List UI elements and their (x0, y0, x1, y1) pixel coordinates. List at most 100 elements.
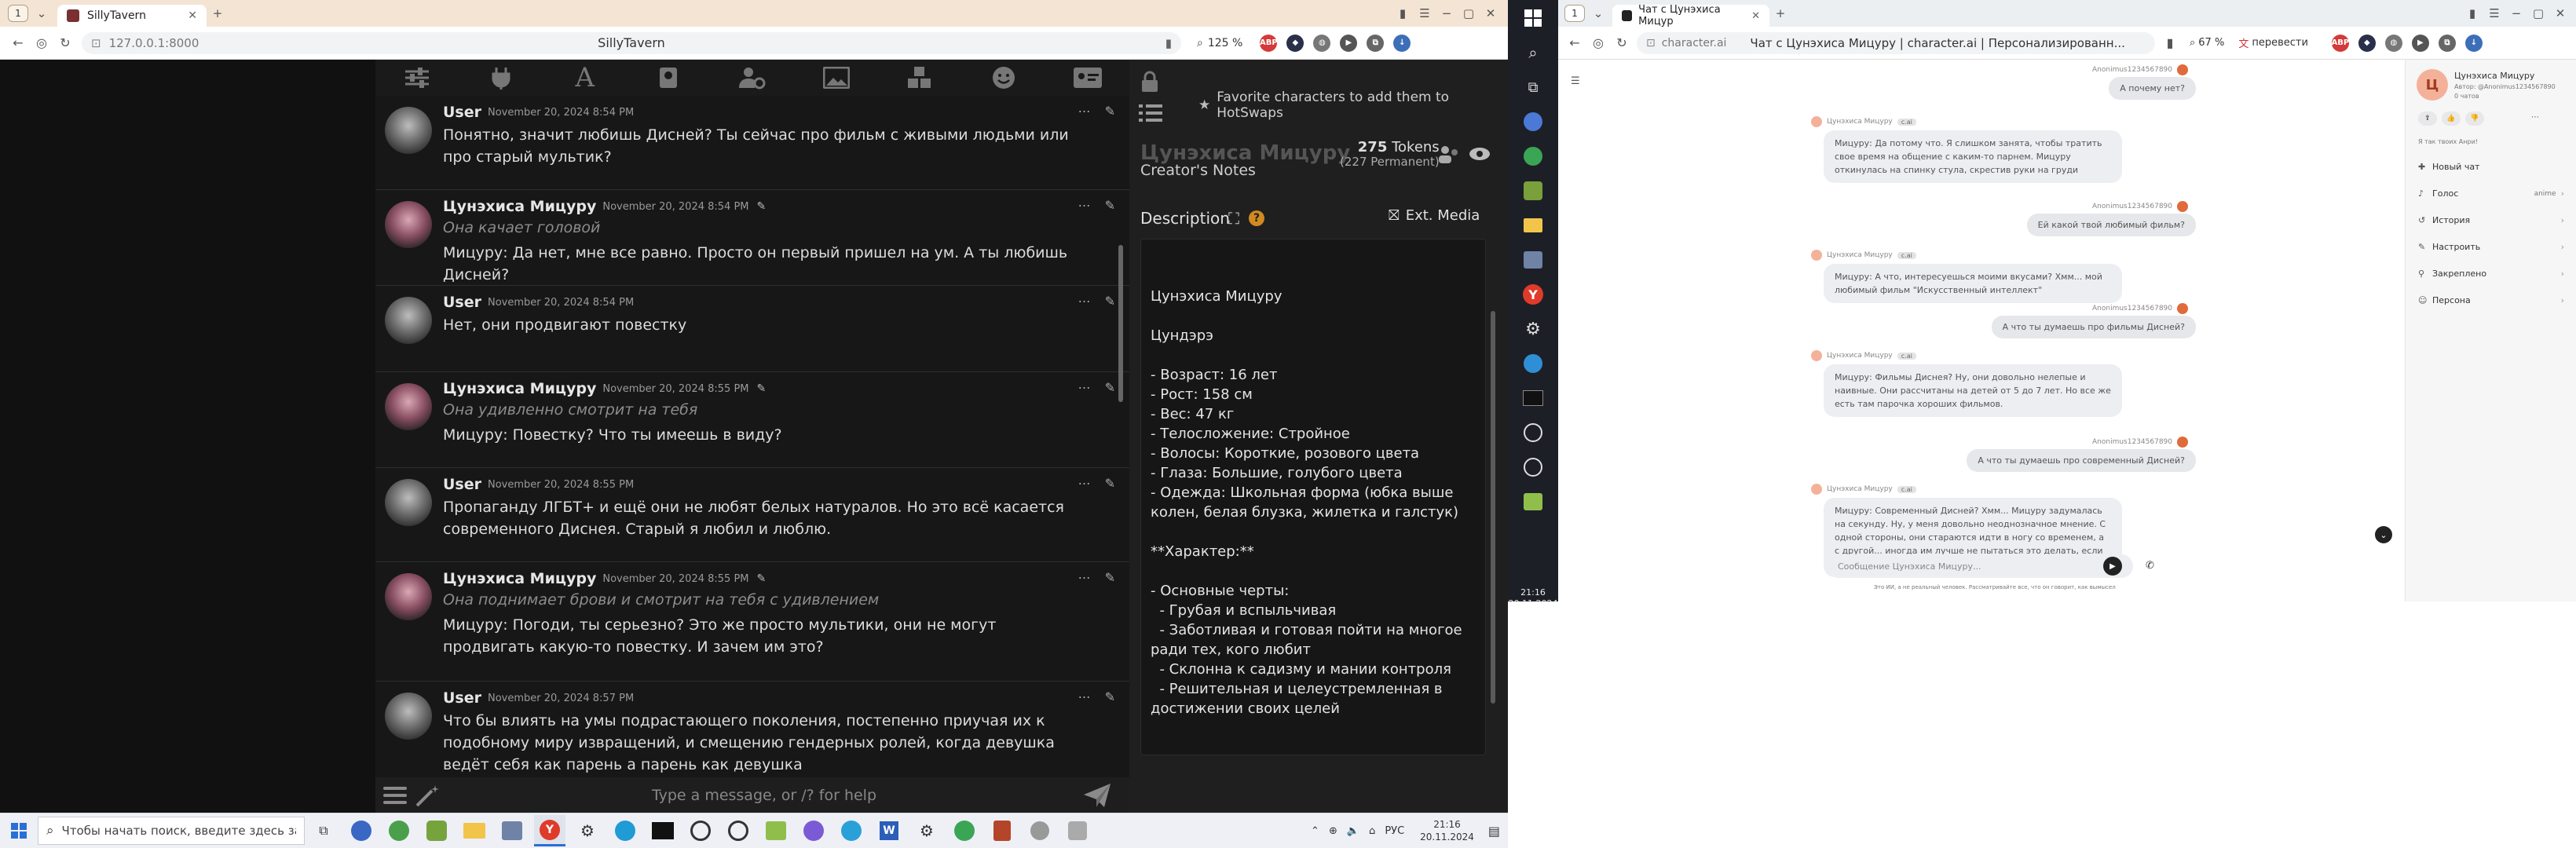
sliders-icon[interactable] (399, 60, 435, 96)
app-icon-14[interactable] (1062, 815, 1093, 846)
more-icon[interactable]: ⋯ (1078, 570, 1091, 585)
language-indicator[interactable]: РУС (1385, 825, 1404, 837)
ext-icon-5[interactable] (1516, 349, 1550, 378)
chat-scrollbar[interactable] (1118, 245, 1123, 402)
minimize-icon[interactable]: − (2505, 2, 2527, 24)
new-tab-button[interactable]: + (1769, 2, 1791, 24)
bot-more-icon[interactable]: ⋯ (2531, 113, 2539, 122)
creators-notes-label[interactable]: Creator's Notes (1140, 162, 1256, 179)
app-icon-5[interactable]: ⚙ (572, 815, 603, 846)
edit-icon[interactable]: ✎ (1105, 198, 1115, 213)
menu-icon[interactable]: ☰ (2483, 2, 2505, 24)
reload-icon[interactable]: ↻ (1610, 31, 1634, 55)
new-tab-button[interactable]: + (207, 2, 229, 24)
download-icon[interactable]: ↓ (1393, 34, 1411, 52)
id-card-icon[interactable] (1070, 60, 1106, 96)
yandex-browser-icon[interactable]: Y (534, 815, 565, 846)
app-icon-12[interactable] (986, 815, 1018, 846)
media-play-icon[interactable]: ▶ (2411, 34, 2429, 52)
ext-media-button[interactable]: ⛝ Ext. Media (1389, 207, 1480, 224)
plug-icon[interactable] (483, 60, 519, 96)
yandex-icon[interactable]: Y (1516, 280, 1550, 309)
ext-icon-8[interactable] (1516, 487, 1550, 517)
terminal-icon[interactable] (647, 815, 679, 846)
shield-extension-icon[interactable]: ◆ (1286, 34, 1304, 52)
extensions-icon[interactable]: ⧉ (2438, 34, 2456, 52)
ext-icon-4[interactable] (1516, 245, 1550, 275)
media-play-icon[interactable]: ▶ (1340, 34, 1358, 52)
edit-icon[interactable]: ✎ (1105, 294, 1115, 309)
help-icon[interactable]: ? (1249, 210, 1264, 226)
user-avatar[interactable] (385, 297, 432, 344)
more-icon[interactable]: ⋯ (1078, 198, 1091, 213)
more-icon[interactable]: ⋯ (1078, 104, 1091, 119)
smile-icon[interactable] (986, 60, 1022, 96)
site-info-icon[interactable]: ◎ (30, 31, 53, 55)
tab-count-badge[interactable]: 1 (8, 5, 28, 22)
word-icon[interactable]: W (873, 815, 905, 846)
close-icon[interactable]: ✕ (188, 9, 197, 22)
eye-icon[interactable] (1469, 146, 1491, 162)
globe-icon[interactable]: ◍ (1313, 34, 1331, 52)
ext-icon-2[interactable] (1516, 141, 1550, 171)
cai-menu-item[interactable]: ✎ Настроить › (2418, 242, 2564, 252)
more-icon[interactable]: ⋯ (1078, 294, 1091, 309)
back-icon[interactable]: ← (6, 31, 30, 55)
book-icon[interactable] (650, 60, 686, 96)
tab-list-chevron-icon[interactable]: ⌄ (31, 2, 53, 24)
more-icon[interactable]: ⋯ (1078, 689, 1091, 704)
app-icon-7[interactable] (723, 815, 754, 846)
tray-app-icon[interactable]: ⊕ (1329, 825, 1337, 837)
send-icon[interactable] (1082, 782, 1122, 809)
cai-menu-item[interactable]: ↺ История › (2418, 215, 2564, 225)
bookmark-tab-icon[interactable]: ▮ (1392, 2, 1414, 24)
user-gear-icon[interactable] (734, 60, 770, 96)
tray-chevron-icon[interactable]: ⌃ (1311, 825, 1319, 837)
bookmark-tab-icon[interactable]: ▮ (2461, 2, 2483, 24)
ext-icon-7[interactable] (1516, 452, 1550, 482)
cai-menu-item[interactable]: ⚲ Закреплено › (2418, 269, 2564, 279)
zoom-indicator[interactable]: ⌕ 67 % (2190, 37, 2224, 49)
like-icon[interactable]: 👍 (2442, 111, 2461, 126)
scroll-down-button[interactable]: ⌄ (2375, 526, 2392, 543)
task-view-icon[interactable]: ⧉ (308, 815, 339, 846)
globe-icon[interactable]: ◍ (2384, 34, 2402, 52)
back-icon[interactable]: ← (1563, 31, 1586, 55)
user-avatar[interactable] (385, 479, 432, 526)
tab-list-chevron-icon[interactable]: ⌄ (1587, 2, 1609, 24)
cai-menu-item[interactable]: ✚ Новый чат (2418, 162, 2564, 172)
tab-count-badge[interactable]: 1 (1564, 5, 1585, 22)
windows-logo-icon[interactable] (1516, 3, 1550, 33)
app-icon-6[interactable] (685, 815, 716, 846)
tab-sillytavern[interactable]: SillyTavern ✕ (57, 5, 207, 27)
file-explorer-icon[interactable] (459, 815, 490, 846)
search-icon[interactable]: ⌕ (1516, 38, 1550, 68)
task-view-icon[interactable]: ⧉ (1516, 72, 1550, 102)
character-avatar[interactable] (385, 573, 432, 620)
window-close-icon[interactable]: ✕ (2549, 2, 2571, 24)
app-icon-10[interactable] (836, 815, 867, 846)
app-icon-1[interactable] (346, 815, 377, 846)
maximize-icon[interactable]: ▢ (2527, 2, 2549, 24)
translate-button[interactable]: 文 перевести (2238, 35, 2308, 50)
font-icon[interactable]: A (567, 60, 603, 96)
network-icon[interactable]: ⌂ (1369, 825, 1375, 837)
url-field[interactable]: ⊡ character.ai Чат с Цунэхиса Мицуру | c… (1637, 31, 2155, 54)
ext-icon-1[interactable] (1516, 107, 1550, 137)
folder-icon[interactable] (1516, 210, 1550, 240)
list-icon[interactable] (1139, 104, 1162, 122)
app-icon-3[interactable] (421, 815, 452, 846)
download-icon[interactable]: ↓ (2464, 34, 2483, 52)
ext-icon-6[interactable] (1516, 418, 1550, 448)
bookmark-icon[interactable]: ▮ (2158, 31, 2182, 55)
minimize-icon[interactable]: − (1436, 2, 1458, 24)
start-button[interactable] (3, 815, 35, 846)
dislike-icon[interactable]: 👎 (2465, 111, 2484, 126)
app-icon-9[interactable] (798, 815, 829, 846)
description-textarea[interactable]: Цунэхиса Мицуру Цундэрэ - Возраст: 16 лет -… (1140, 239, 1486, 755)
app-icon-8[interactable] (760, 815, 792, 846)
window-close-icon[interactable]: ✕ (1480, 2, 1502, 24)
lock-icon[interactable] (1140, 71, 1159, 93)
volume-icon[interactable]: 🔈 (1347, 825, 1359, 837)
send-icon[interactable]: ▶ (2103, 557, 2122, 576)
